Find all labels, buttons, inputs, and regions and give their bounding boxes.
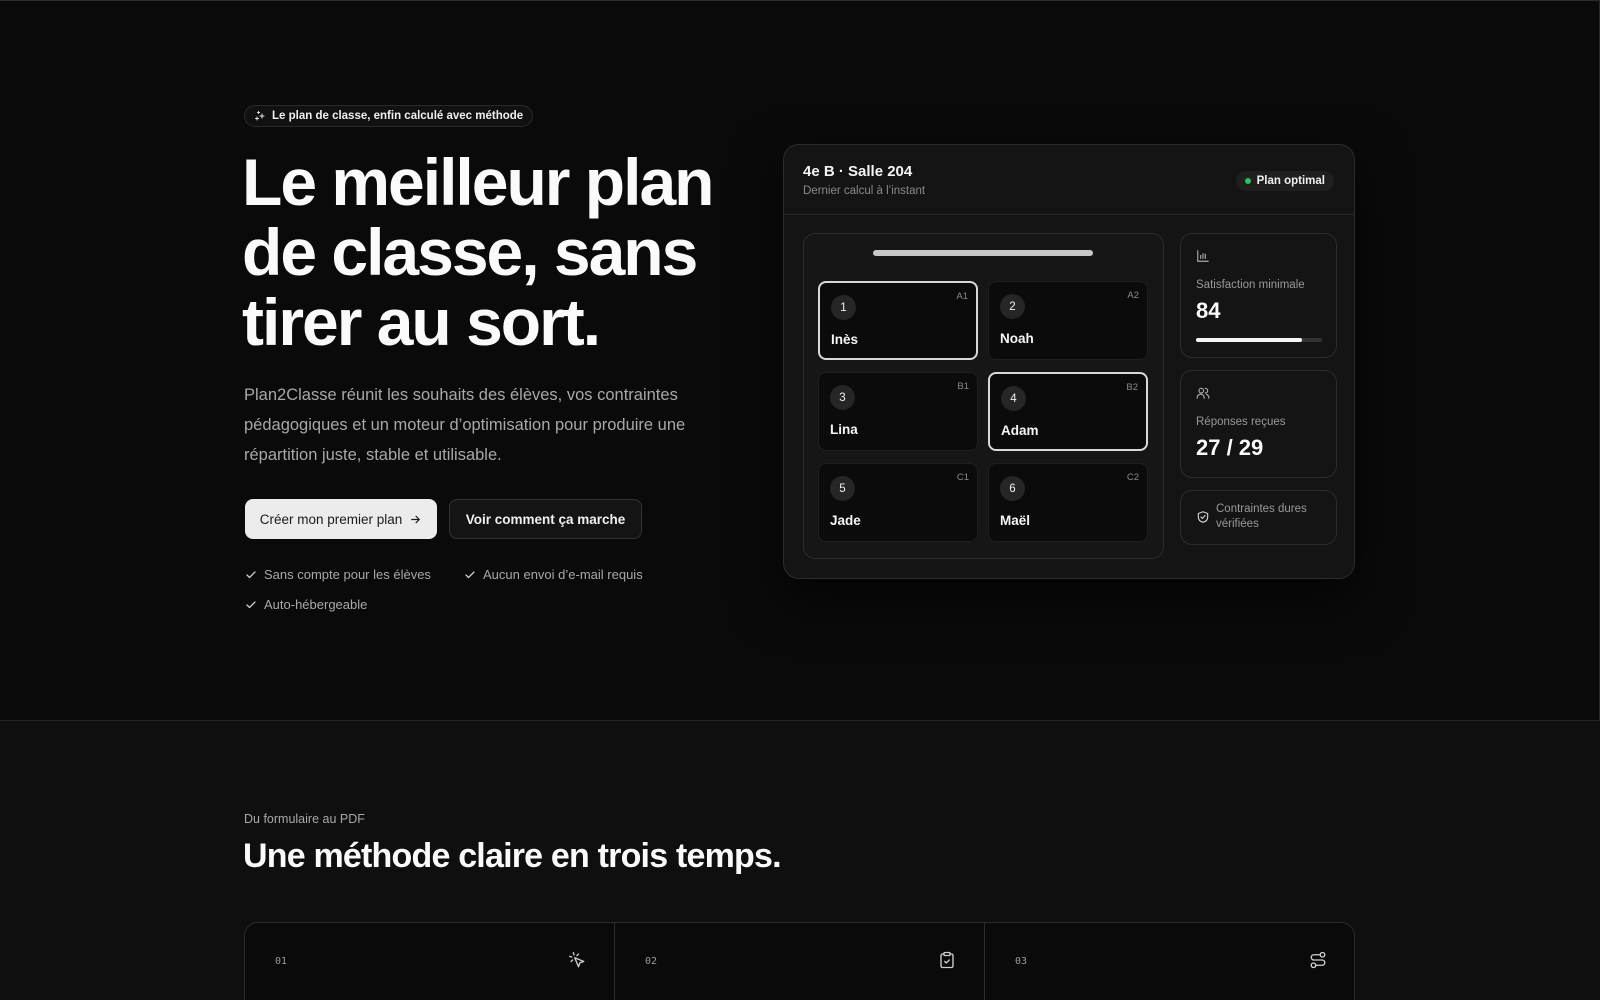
seat-code: C2 — [1126, 472, 1139, 483]
seat-number: 4 — [1001, 386, 1026, 411]
panel-header: 4e B · Salle 204 Dernier calcul à l’inst… — [784, 145, 1354, 215]
pointer-click-icon — [568, 951, 585, 968]
student-name: Inès — [831, 332, 859, 347]
feature-check-label: Auto-hébergeable — [264, 597, 368, 612]
panel-title: 4e B · Salle 204 — [803, 163, 913, 180]
sparkles-icon — [255, 111, 265, 121]
clipboard-check-icon — [940, 951, 954, 969]
check-icon — [246, 600, 256, 608]
seat-card[interactable]: 5 C1 Jade — [818, 463, 978, 542]
seat-card[interactable]: 3 B1 Lina — [818, 372, 978, 451]
section-eyebrow: Du formulaire au PDF — [244, 812, 365, 826]
seat-code: A2 — [1127, 290, 1139, 301]
check-icon — [246, 570, 256, 578]
how-it-works-button[interactable]: Voir comment ça marche — [449, 499, 642, 539]
shield-check-icon — [1197, 511, 1209, 523]
whiteboard-bar — [873, 250, 1093, 256]
seat-code: C1 — [956, 472, 969, 483]
create-first-plan-label: Créer mon premier plan — [259, 511, 403, 527]
responses-label: Réponses reçues — [1196, 416, 1286, 428]
users-icon — [1196, 387, 1210, 399]
status-label: Plan optimal — [1256, 175, 1325, 187]
create-first-plan-button[interactable]: Créer mon premier plan — [245, 499, 437, 539]
satisfaction-value: 84 — [1196, 298, 1221, 323]
seat-code: B2 — [1126, 382, 1138, 393]
steps-grid: 01 02 03 — [244, 922, 1355, 1000]
seat-number: 1 — [831, 295, 856, 320]
seat-code: B1 — [957, 381, 969, 392]
status-dot-icon — [1244, 178, 1251, 184]
satisfaction-label: Satisfaction minimale — [1196, 279, 1305, 291]
seat-card[interactable]: 6 C2 Maël — [988, 463, 1148, 542]
method-section: Du formulaire au PDF Une méthode claire … — [0, 721, 1600, 1000]
hero-section: Le plan de classe, enfin calculé avec mé… — [0, 1, 1600, 721]
feature-check-item: Sans compte pour les élèves — [245, 567, 431, 582]
step-card: 01 — [245, 923, 615, 1000]
step-card: 03 — [985, 923, 1355, 1000]
panel-subtitle: Dernier calcul à l’instant — [803, 185, 926, 197]
constraints-card: Contraintes dures vérifiées — [1180, 490, 1337, 545]
student-name: Noah — [1000, 331, 1034, 346]
student-name: Adam — [1001, 423, 1039, 438]
arrow-right-icon — [411, 515, 421, 523]
seat-number: 5 — [830, 476, 855, 501]
responses-value: 27 / 29 — [1196, 435, 1264, 460]
satisfaction-progress-fill — [1196, 338, 1302, 342]
seat-number: 3 — [830, 385, 855, 410]
hero-badge-text: Le plan de classe, enfin calculé avec mé… — [272, 110, 524, 122]
classroom-layout: 1 A1 Inès 2 A2 Noah 3 B1 Lina 4 B2 Adam … — [803, 233, 1164, 559]
hero-badge: Le plan de classe, enfin calculé avec mé… — [244, 105, 534, 127]
student-name: Jade — [830, 513, 861, 528]
hero-description: Plan2Classe réunit les souhaits des élèv… — [244, 386, 686, 464]
feature-check-label: Aucun envoi d’e-mail requis — [483, 567, 643, 582]
hero-title: Le meilleur plan de classe, sans tirer a… — [242, 145, 714, 359]
seat-code: A1 — [956, 291, 968, 302]
how-it-works-label: Voir comment ça marche — [465, 511, 626, 527]
seat-card[interactable]: 1 A1 Inès — [818, 281, 978, 360]
step-number: 02 — [645, 956, 658, 967]
step-card: 02 — [615, 923, 985, 1000]
section-title: Une méthode claire en trois temps. — [243, 837, 782, 875]
classroom-preview-panel: 4e B · Salle 204 Dernier calcul à l’inst… — [783, 144, 1355, 579]
seat-number: 2 — [1000, 294, 1025, 319]
satisfaction-card: Satisfaction minimale 84 — [1180, 233, 1337, 358]
feature-check-item: Aucun envoi d’e-mail requis — [464, 567, 643, 582]
seat-card[interactable]: 2 A2 Noah — [988, 281, 1148, 360]
status-badge: Plan optimal — [1235, 171, 1334, 191]
constraints-label: Contraintes dures vérifiées — [1216, 503, 1307, 530]
step-number: 01 — [275, 956, 288, 967]
route-icon — [1310, 951, 1326, 969]
student-name: Lina — [830, 422, 858, 437]
check-icon — [465, 570, 475, 578]
feature-check-label: Sans compte pour les élèves — [264, 567, 431, 582]
student-name: Maël — [1000, 513, 1031, 528]
satisfaction-progress — [1196, 338, 1322, 342]
seat-card[interactable]: 4 B2 Adam — [988, 372, 1148, 451]
feature-check-item: Auto-hébergeable — [245, 597, 367, 612]
responses-card: Réponses reçues 27 / 29 — [1180, 370, 1337, 478]
seat-number: 6 — [1000, 476, 1025, 501]
bar-chart-icon — [1197, 250, 1209, 262]
step-number: 03 — [1015, 956, 1028, 967]
